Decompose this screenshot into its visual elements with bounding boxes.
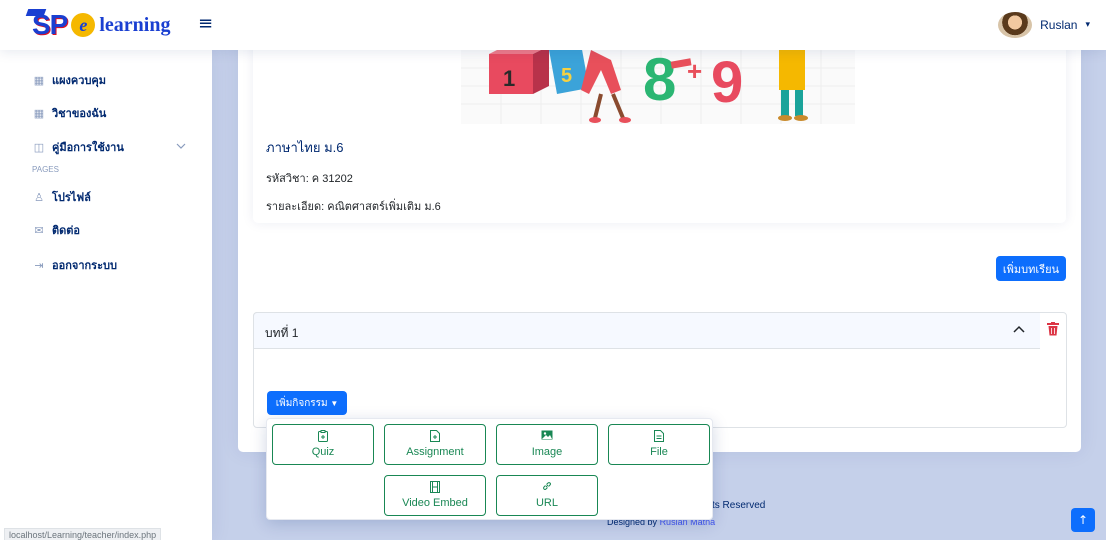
option-assignment[interactable]: Assignment [384, 424, 486, 465]
sidebar-heading-pages: PAGES [32, 165, 59, 174]
file-plus-icon [385, 430, 485, 442]
chevron-down-icon[interactable] [176, 140, 186, 153]
logout-icon: ⇥ [34, 259, 44, 272]
link-icon [497, 481, 597, 493]
option-file-label: File [650, 446, 668, 458]
option-image-label: Image [531, 446, 563, 458]
status-bar-url: localhost/Learning/teacher/index.php [4, 528, 162, 540]
course-banner-image: 1 5 8 + 9 [461, 44, 855, 124]
option-image[interactable]: Image [496, 424, 598, 465]
option-quiz-label: Quiz [311, 446, 335, 458]
option-assignment-label: Assignment [406, 446, 464, 458]
course-code: รหัสวิชา: ค 31202 [266, 173, 353, 185]
svg-text:5: 5 [561, 65, 572, 87]
logo-e-badge: e [71, 13, 96, 37]
caret-down-icon: ▼ [330, 398, 339, 408]
user-name: Ruslan [1040, 18, 1078, 32]
caret-down-icon: ▾ [1085, 20, 1090, 30]
sidebar-item-label: แผงควบคุม [52, 75, 107, 87]
option-quiz[interactable]: Quiz [272, 424, 374, 465]
grid-icon: ▦ [33, 74, 45, 87]
sidebar-item-label: ติดต่อ [52, 225, 81, 237]
film-icon [385, 481, 485, 493]
envelope-icon: ✉ [34, 224, 44, 237]
option-url-label: URL [535, 497, 558, 509]
sidebar-item-logout[interactable]: ⇥ ออกจากระบบ [32, 256, 117, 274]
option-url[interactable]: URL [496, 475, 598, 516]
avatar [998, 12, 1033, 38]
sidebar-item-label: วิชาของฉัน [52, 108, 107, 120]
sidebar-item-dashboard[interactable]: ▦ แผงควบคุม [32, 71, 106, 89]
svg-text:8: 8 [643, 50, 676, 113]
clipboard-icon [273, 430, 373, 442]
sidebar-item-label: คู่มือการใช้งาน [52, 142, 124, 154]
option-file[interactable]: File [608, 424, 710, 465]
person-icon: ♙ [34, 191, 44, 204]
course-title: ภาษาไทย ม.6 [266, 140, 344, 155]
footer-copyright: ts Reserved [712, 500, 766, 511]
site-logo[interactable]: SP e learning [32, 9, 170, 41]
book-icon: ◫ [33, 141, 45, 154]
course-description: รายละเอียด: คณิตศาสตร์เพิ่มเติม ม.6 [266, 201, 441, 213]
graduation-cap-icon [25, 9, 47, 16]
sidebar-item-my-courses[interactable]: ▦ วิชาของฉัน [32, 104, 107, 122]
arrow-up-icon: ↑ [1077, 513, 1089, 527]
grid-icon: ▦ [33, 107, 45, 120]
top-header: SP e learning ≡ Ruslan ▾ [0, 0, 1106, 50]
activity-dropdown-menu: Quiz Assignment Image File Video Embed U… [266, 418, 713, 520]
logo-learning-text: learning [99, 13, 171, 36]
menu-toggle-icon[interactable]: ≡ [198, 14, 218, 34]
sidebar: ▦ แผงควบคุม ▦ วิชาของฉัน ◫ คู่มือการใช้ง… [0, 50, 212, 540]
image-icon [497, 430, 597, 442]
option-video-embed-label: Video Embed [402, 497, 468, 509]
svg-text:1: 1 [503, 66, 515, 91]
file-text-icon [609, 430, 709, 442]
svg-text:9: 9 [711, 50, 743, 115]
option-video-embed[interactable]: Video Embed [384, 475, 486, 516]
chevron-up-icon[interactable] [1012, 322, 1026, 340]
back-to-top-button[interactable]: ↑ [1071, 508, 1095, 532]
sidebar-item-label: ออกจากระบบ [52, 260, 117, 272]
sidebar-item-contact[interactable]: ✉ ติดต่อ [32, 221, 80, 239]
lesson-accordion-header[interactable] [253, 312, 1040, 349]
sidebar-item-manual[interactable]: ◫ คู่มือการใช้งาน [32, 138, 124, 156]
trash-icon[interactable] [1047, 321, 1059, 336]
add-activity-dropdown-button[interactable]: เพิ่มกิจกรรม ▼ [267, 391, 347, 415]
add-lesson-button[interactable]: เพิ่มบทเรียน [996, 256, 1066, 281]
sidebar-item-profile[interactable]: ♙ โปรไฟล์ [32, 188, 91, 206]
add-activity-label: เพิ่มกิจกรรม [275, 397, 328, 409]
user-profile-dropdown[interactable]: Ruslan ▾ [998, 12, 1090, 38]
lesson-title: บทที่ 1 [265, 326, 299, 340]
sidebar-item-label: โปรไฟล์ [52, 192, 91, 204]
